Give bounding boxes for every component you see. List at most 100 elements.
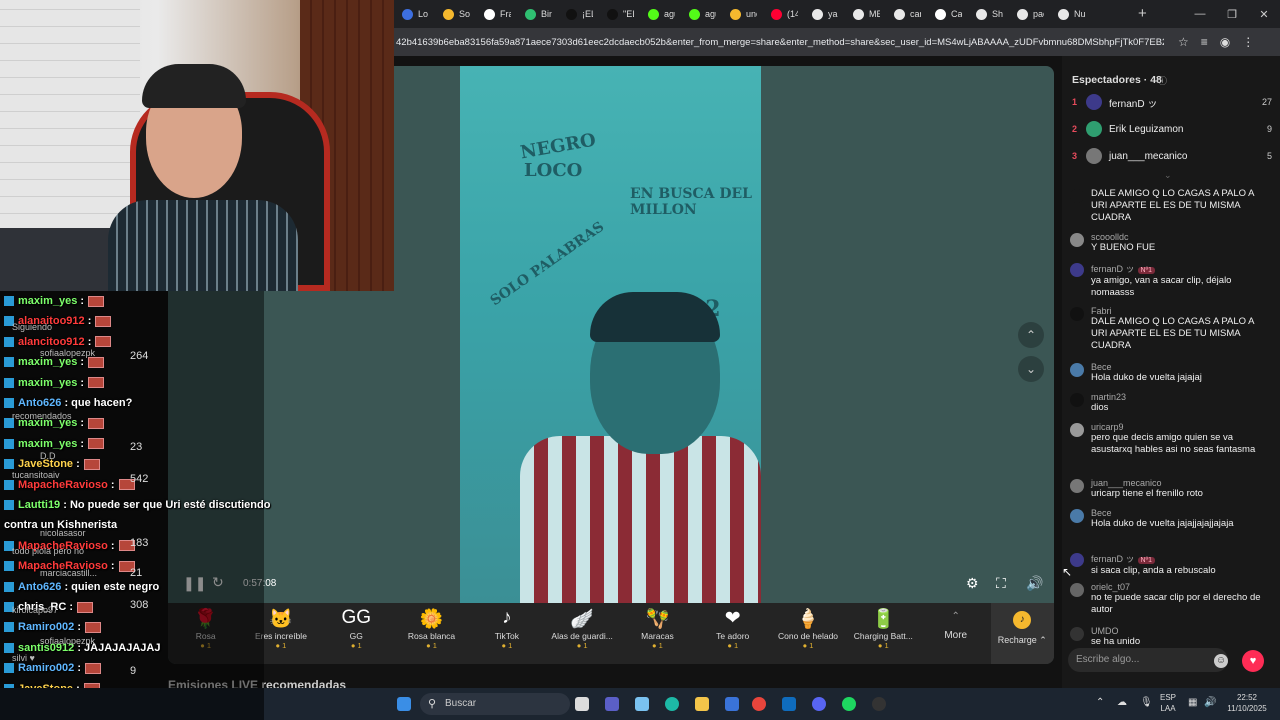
- url-field[interactable]: 42b41639b6eba83156fa59a871aece7303d61eec…: [394, 37, 1164, 48]
- menu-icon[interactable]: ⋮: [1242, 35, 1254, 49]
- platform-icon: [4, 479, 14, 490]
- chat-input[interactable]: Escribe algo...: [1068, 648, 1228, 672]
- browser-tab[interactable]: Fra: [478, 2, 511, 26]
- browser-tab[interactable]: Nu: [1052, 2, 1085, 26]
- new-tab-button[interactable]: +: [1138, 5, 1147, 22]
- browser-tab[interactable]: Sha: [970, 2, 1003, 26]
- chat-username[interactable]: orielc_t07: [1091, 582, 1270, 592]
- search-icon: ⚲: [428, 698, 437, 710]
- close-icon[interactable]: ✕: [1248, 8, 1280, 21]
- platform-icon: [4, 622, 14, 633]
- browser-tab[interactable]: agu: [683, 2, 716, 26]
- overlay-chat-text: : que hacen?: [61, 397, 133, 409]
- language-indicator[interactable]: ESP LAA: [1160, 692, 1176, 714]
- overlay-chat-text: :: [73, 458, 80, 471]
- gift-item[interactable]: 🪽 Alas de guardi... ● 1: [544, 603, 619, 650]
- browser-tab[interactable]: agu: [642, 2, 675, 26]
- rank-badge: Nº1: [1137, 557, 1156, 564]
- chat-username[interactable]: uricarp9: [1091, 422, 1270, 432]
- top-viewer-row[interactable]: 1 fernanD ッ 27: [1072, 92, 1272, 112]
- browser-tab[interactable]: car: [888, 2, 921, 26]
- chrome-icon[interactable]: [752, 697, 766, 711]
- spotify-icon[interactable]: [842, 697, 856, 711]
- browser-tab[interactable]: Bin: [519, 2, 552, 26]
- top-viewer-row[interactable]: 3 juan___mecanico 5: [1072, 146, 1272, 166]
- gift-item[interactable]: 🍦 Cono de helado ● 1: [770, 603, 845, 650]
- browser-tab[interactable]: Lo: [396, 2, 429, 26]
- collapse-chevron-icon[interactable]: ⌄: [1164, 170, 1172, 181]
- minimize-icon[interactable]: —: [1184, 8, 1216, 20]
- live-video[interactable]: NEGRO LOCO EN BUSCA DEL MILLON SOLO PALA…: [460, 66, 761, 603]
- profile-icon[interactable]: ◉: [1220, 35, 1230, 49]
- overlay-chat-text: :: [84, 335, 92, 348]
- chat-username[interactable]: Bece: [1091, 508, 1270, 518]
- browser-tab[interactable]: Soc: [437, 2, 470, 26]
- star-icon[interactable]: ☆: [1178, 35, 1189, 49]
- browser-tab[interactable]: ¡EL: [560, 2, 593, 26]
- gift-price: ● 1: [652, 641, 663, 650]
- browser-tab[interactable]: ya: [806, 2, 839, 26]
- chat-username[interactable]: Fabri: [1091, 306, 1270, 316]
- chat-username[interactable]: scooolldc: [1091, 232, 1270, 242]
- previous-live-button[interactable]: ⌃: [1018, 322, 1044, 348]
- obs-icon[interactable]: [872, 697, 886, 711]
- tab-favicon-icon: [607, 8, 618, 20]
- browser-tab[interactable]: unc: [724, 2, 757, 26]
- tray-chevron-icon[interactable]: ⌃: [1096, 697, 1104, 708]
- settings-icon[interactable]: ⚙: [966, 575, 979, 592]
- cloud-icon[interactable]: ☁: [1117, 697, 1127, 708]
- gift-item[interactable]: GG GG ● 1: [319, 603, 394, 650]
- chat-username[interactable]: fernanD ッ Nº1: [1091, 552, 1270, 565]
- fullscreen-icon[interactable]: ⛶: [996, 575, 1006, 592]
- emoji-icon[interactable]: ☺: [1214, 654, 1228, 668]
- person-hair: [590, 292, 720, 342]
- store-icon[interactable]: [725, 697, 739, 711]
- avatar: [1086, 148, 1102, 164]
- file-explorer-icon[interactable]: [575, 697, 589, 711]
- platform-icon: [4, 296, 14, 307]
- browser-tab[interactable]: "EL: [601, 2, 634, 26]
- gift-item[interactable]: ♪ TikTok ● 1: [469, 603, 544, 650]
- gift-item[interactable]: ❤ Te adoro ● 1: [695, 603, 770, 650]
- chat-message: uricarp9 pero que decis amigo quien se va…: [1070, 422, 1270, 456]
- taskbar-search[interactable]: Buscar: [420, 693, 570, 715]
- like-button[interactable]: ♥: [1242, 650, 1264, 672]
- recharge-button[interactable]: ♪ Recharge ⌃: [990, 603, 1054, 664]
- browser-tab[interactable]: Cal: [929, 2, 962, 26]
- volume-icon[interactable]: 🔊: [1026, 575, 1043, 592]
- copilot-icon[interactable]: [635, 697, 649, 711]
- gift-icon: 🪽: [570, 609, 594, 630]
- overlay-chat-text: :: [107, 539, 115, 552]
- mic-icon[interactable]: 🎙: [1140, 697, 1153, 708]
- chat-username[interactable]: fernanD ッ Nº1: [1091, 262, 1270, 275]
- discord-icon[interactable]: [812, 697, 826, 711]
- top-viewer-row[interactable]: 2 Erik Leguizamon 9: [1072, 119, 1272, 139]
- gift-item[interactable]: 🔋 Charging Batt... ● 1: [846, 603, 921, 650]
- edge-icon[interactable]: [665, 697, 679, 711]
- next-live-button[interactable]: ⌄: [1018, 356, 1044, 382]
- browser-tab[interactable]: pac: [1011, 2, 1044, 26]
- chat-username[interactable]: juan___mecanico: [1091, 478, 1270, 488]
- folder-icon[interactable]: [695, 697, 709, 711]
- browser-tab[interactable]: ME: [847, 2, 880, 26]
- network-icon[interactable]: ▦: [1188, 697, 1197, 708]
- start-icon[interactable]: [397, 697, 411, 711]
- more-gifts-button[interactable]: ⌃ More: [921, 603, 991, 641]
- outlook-icon[interactable]: [782, 697, 796, 711]
- gift-item[interactable]: 🌼 Rosa blanca ● 1: [394, 603, 469, 650]
- browser-tab[interactable]: (14: [765, 2, 798, 26]
- overlay-chat-message: MapacheRavioso :: [4, 479, 135, 491]
- background-viewer-count: 21: [130, 567, 143, 579]
- gift-icon: 🪇: [645, 609, 670, 630]
- clock[interactable]: 22:52 11/10/2025: [1222, 692, 1272, 714]
- media-icon[interactable]: ≡: [1201, 35, 1208, 49]
- chat-username[interactable]: Bece: [1091, 362, 1270, 372]
- overlay-chat-text: : quien este negro: [61, 580, 160, 593]
- maximize-icon[interactable]: ❐: [1216, 8, 1248, 21]
- info-icon[interactable]: ⓘ: [1158, 74, 1167, 87]
- gift-item[interactable]: 🪇 Maracas ● 1: [620, 603, 695, 650]
- chat-username[interactable]: UMDO: [1091, 626, 1270, 636]
- teams-icon[interactable]: [605, 697, 619, 711]
- chat-username[interactable]: martin23: [1091, 392, 1270, 402]
- speaker-icon[interactable]: 🔊: [1204, 697, 1216, 708]
